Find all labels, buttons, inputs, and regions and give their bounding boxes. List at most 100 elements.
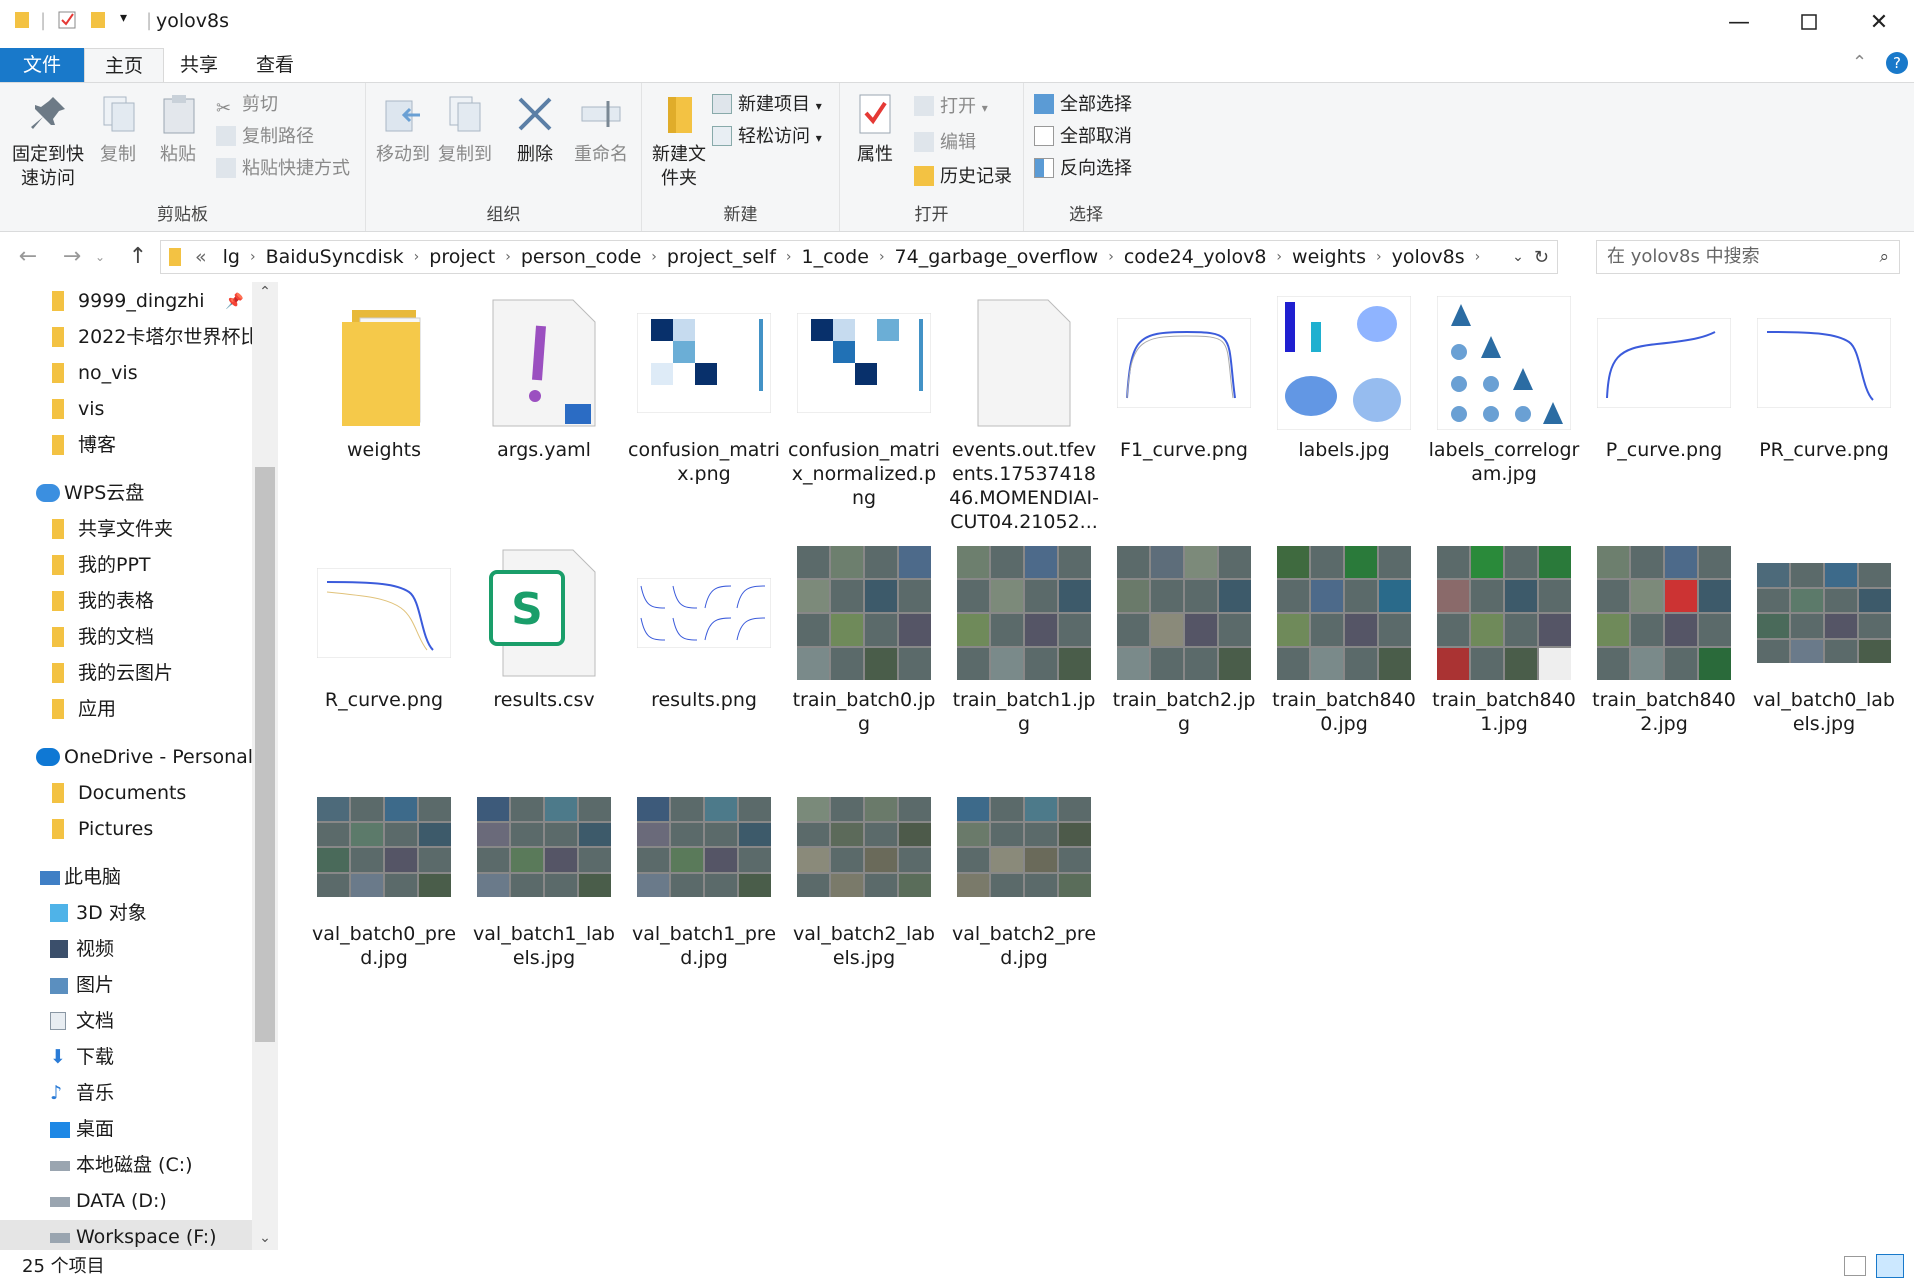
file-item[interactable]: train_batch8400.jpg: [1268, 546, 1420, 736]
file-item[interactable]: train_batch2.jpg: [1108, 546, 1260, 736]
paste-shortcut-button[interactable]: 粘贴快捷方式: [216, 155, 350, 183]
file-item[interactable]: val_batch2_labels.jpg: [788, 780, 940, 970]
breadcrumb-weights[interactable]: weights: [1292, 246, 1366, 268]
file-item[interactable]: val_batch1_labels.jpg: [468, 780, 620, 970]
tab-view[interactable]: 查看: [236, 48, 314, 82]
tab-home[interactable]: 主页: [84, 48, 165, 82]
file-item[interactable]: confusion_matrix_normalized.png: [788, 296, 940, 510]
new-item-button[interactable]: 新建项目 ▾: [712, 91, 822, 119]
breadcrumb-baidusyncdisk[interactable]: BaiduSyncdisk: [266, 246, 404, 268]
file-item[interactable]: labels_correlogram.jpg: [1428, 296, 1580, 486]
new-folder-button[interactable]: 新建文件夹: [646, 91, 712, 191]
easy-access-button[interactable]: 轻松访问 ▾: [712, 123, 822, 151]
move-to-button[interactable]: 移动到: [372, 91, 434, 167]
address-dropdown-icon[interactable]: ⌄: [1512, 249, 1524, 265]
pin-quick-access-button[interactable]: 固定到快速访问: [6, 91, 90, 191]
chevron-right-icon[interactable]: ›: [414, 249, 420, 265]
properties-button[interactable]: 属性: [848, 91, 902, 167]
select-none-button[interactable]: 全部取消: [1034, 123, 1132, 151]
open-button[interactable]: 打开 ▾: [914, 93, 988, 121]
breadcrumb-code24-yolov8[interactable]: code24_yolov8: [1124, 246, 1267, 268]
close-button[interactable]: ✕: [1844, 0, 1914, 44]
file-item[interactable]: val_batch0_pred.jpg: [308, 780, 460, 970]
sidebar-item-9999-dingzhi[interactable]: 9999_dingzhi 📌: [0, 284, 252, 318]
sidebar-item-drive-c[interactable]: 本地磁盘 (C:): [0, 1148, 252, 1182]
properties-quick-icon[interactable]: [58, 10, 76, 35]
sidebar-item-my-cloud-pictures[interactable]: 我的云图片: [0, 656, 252, 690]
sidebar-item-my-docs[interactable]: 我的文档: [0, 620, 252, 654]
file-item[interactable]: PR_curve.png: [1748, 296, 1900, 462]
invert-selection-button[interactable]: 反向选择: [1034, 155, 1132, 183]
address-bar[interactable]: « lg › BaiduSyncdisk › project › person_cod…: [160, 240, 1558, 274]
select-all-button[interactable]: 全部选择: [1034, 91, 1132, 119]
chevron-right-icon[interactable]: ›: [879, 249, 885, 265]
sidebar-item-documents[interactable]: Documents: [0, 776, 252, 810]
copy-to-button[interactable]: 复制到: [434, 91, 496, 167]
file-item[interactable]: events.out.tfevents.1753741846.MOMENDIAI…: [948, 296, 1100, 534]
sidebar-item-vis[interactable]: vis: [0, 392, 252, 426]
breadcrumb-person-code[interactable]: person_code: [521, 246, 641, 268]
sidebar-item-my-sheets[interactable]: 我的表格: [0, 584, 252, 618]
sidebar-item-shared-folder[interactable]: 共享文件夹: [0, 512, 252, 546]
sidebar-item-music[interactable]: ♪ 音乐: [0, 1076, 252, 1110]
file-item[interactable]: weights: [308, 296, 460, 462]
copy-button[interactable]: 复制: [96, 91, 140, 167]
tab-file[interactable]: 文件: [0, 48, 84, 82]
refresh-icon[interactable]: ↻: [1534, 247, 1549, 268]
large-icons-view-icon[interactable]: [1876, 1254, 1904, 1278]
tab-share[interactable]: 共享: [160, 48, 238, 82]
breadcrumb-project-self[interactable]: project_self: [667, 246, 776, 268]
history-button[interactable]: 历史记录: [914, 163, 1012, 191]
back-arrow-icon[interactable]: ←: [10, 240, 46, 274]
sidebar-item-downloads[interactable]: ⬇ 下载: [0, 1040, 252, 1074]
collapse-ribbon-icon[interactable]: ⌃: [1852, 52, 1867, 73]
breadcrumb-project[interactable]: project: [429, 246, 495, 268]
customize-quick-access-icon[interactable]: ▾: [120, 10, 127, 26]
sidebar-item-2022-worldcup[interactable]: 2022卡塔尔世界杯比赛: [0, 320, 252, 354]
file-item[interactable]: F1_curve.png: [1108, 296, 1260, 462]
chevron-right-icon[interactable]: ›: [505, 249, 511, 265]
chevron-right-icon[interactable]: ›: [651, 249, 657, 265]
sidebar-item-pictures[interactable]: Pictures: [0, 812, 252, 846]
file-item[interactable]: P_curve.png: [1588, 296, 1740, 462]
file-item[interactable]: val_batch1_pred.jpg: [628, 780, 780, 970]
file-item[interactable]: train_batch1.jpg: [948, 546, 1100, 736]
sidebar-item-apps[interactable]: 应用: [0, 692, 252, 726]
chevron-right-icon[interactable]: ›: [1276, 249, 1282, 265]
breadcrumb-74-garbage-overflow[interactable]: 74_garbage_overflow: [895, 246, 1099, 268]
chevron-right-icon[interactable]: ›: [250, 249, 256, 265]
scrollbar-thumb[interactable]: [255, 467, 275, 1042]
sidebar-scrollbar[interactable]: ⌃ ⌄: [252, 282, 278, 1250]
up-arrow-icon[interactable]: ↑: [120, 240, 156, 274]
chevron-right-icon[interactable]: ›: [1108, 249, 1114, 265]
breadcrumb-1-code[interactable]: 1_code: [802, 246, 869, 268]
file-item[interactable]: train_batch8402.jpg: [1588, 546, 1740, 736]
copy-path-button[interactable]: 复制路径: [216, 123, 314, 151]
sidebar-item-drive-f[interactable]: Workspace (F:): [0, 1220, 252, 1250]
cut-button[interactable]: ✂ 剪切: [216, 91, 278, 119]
forward-arrow-icon[interactable]: →: [54, 240, 90, 274]
file-item[interactable]: train_batch0.jpg: [788, 546, 940, 736]
sidebar-item-docs[interactable]: 文档: [0, 1004, 252, 1038]
sidebar-item-videos[interactable]: 视频: [0, 932, 252, 966]
sidebar-item-desktop[interactable]: 桌面: [0, 1112, 252, 1146]
file-item[interactable]: R_curve.png: [308, 546, 460, 712]
chevron-right-icon[interactable]: ›: [1475, 249, 1481, 265]
help-icon[interactable]: ?: [1886, 52, 1908, 74]
file-item[interactable]: val_batch0_labels.jpg: [1748, 546, 1900, 736]
file-item[interactable]: val_batch2_pred.jpg: [948, 780, 1100, 970]
sidebar-item-wps-cloud[interactable]: WPS云盘: [0, 476, 252, 510]
sidebar-item-drive-d[interactable]: DATA (D:): [0, 1184, 252, 1218]
chevron-right-icon[interactable]: ›: [786, 249, 792, 265]
file-item[interactable]: S results.csv: [468, 546, 620, 712]
edit-button[interactable]: 编辑: [914, 129, 976, 157]
maximize-button[interactable]: [1774, 0, 1844, 44]
sidebar-item-3d-objects[interactable]: 3D 对象: [0, 896, 252, 930]
new-folder-quick-icon[interactable]: [90, 10, 106, 35]
file-item[interactable]: train_batch8401.jpg: [1428, 546, 1580, 736]
breadcrumb-yolov8s[interactable]: yolov8s: [1392, 246, 1465, 268]
sidebar-item-my-ppt[interactable]: 我的PPT: [0, 548, 252, 582]
chevron-right-icon[interactable]: ›: [1376, 249, 1382, 265]
search-input[interactable]: 在 yolov8s 中搜索 ⌕: [1596, 240, 1900, 274]
breadcrumb-lg[interactable]: lg: [223, 246, 240, 268]
